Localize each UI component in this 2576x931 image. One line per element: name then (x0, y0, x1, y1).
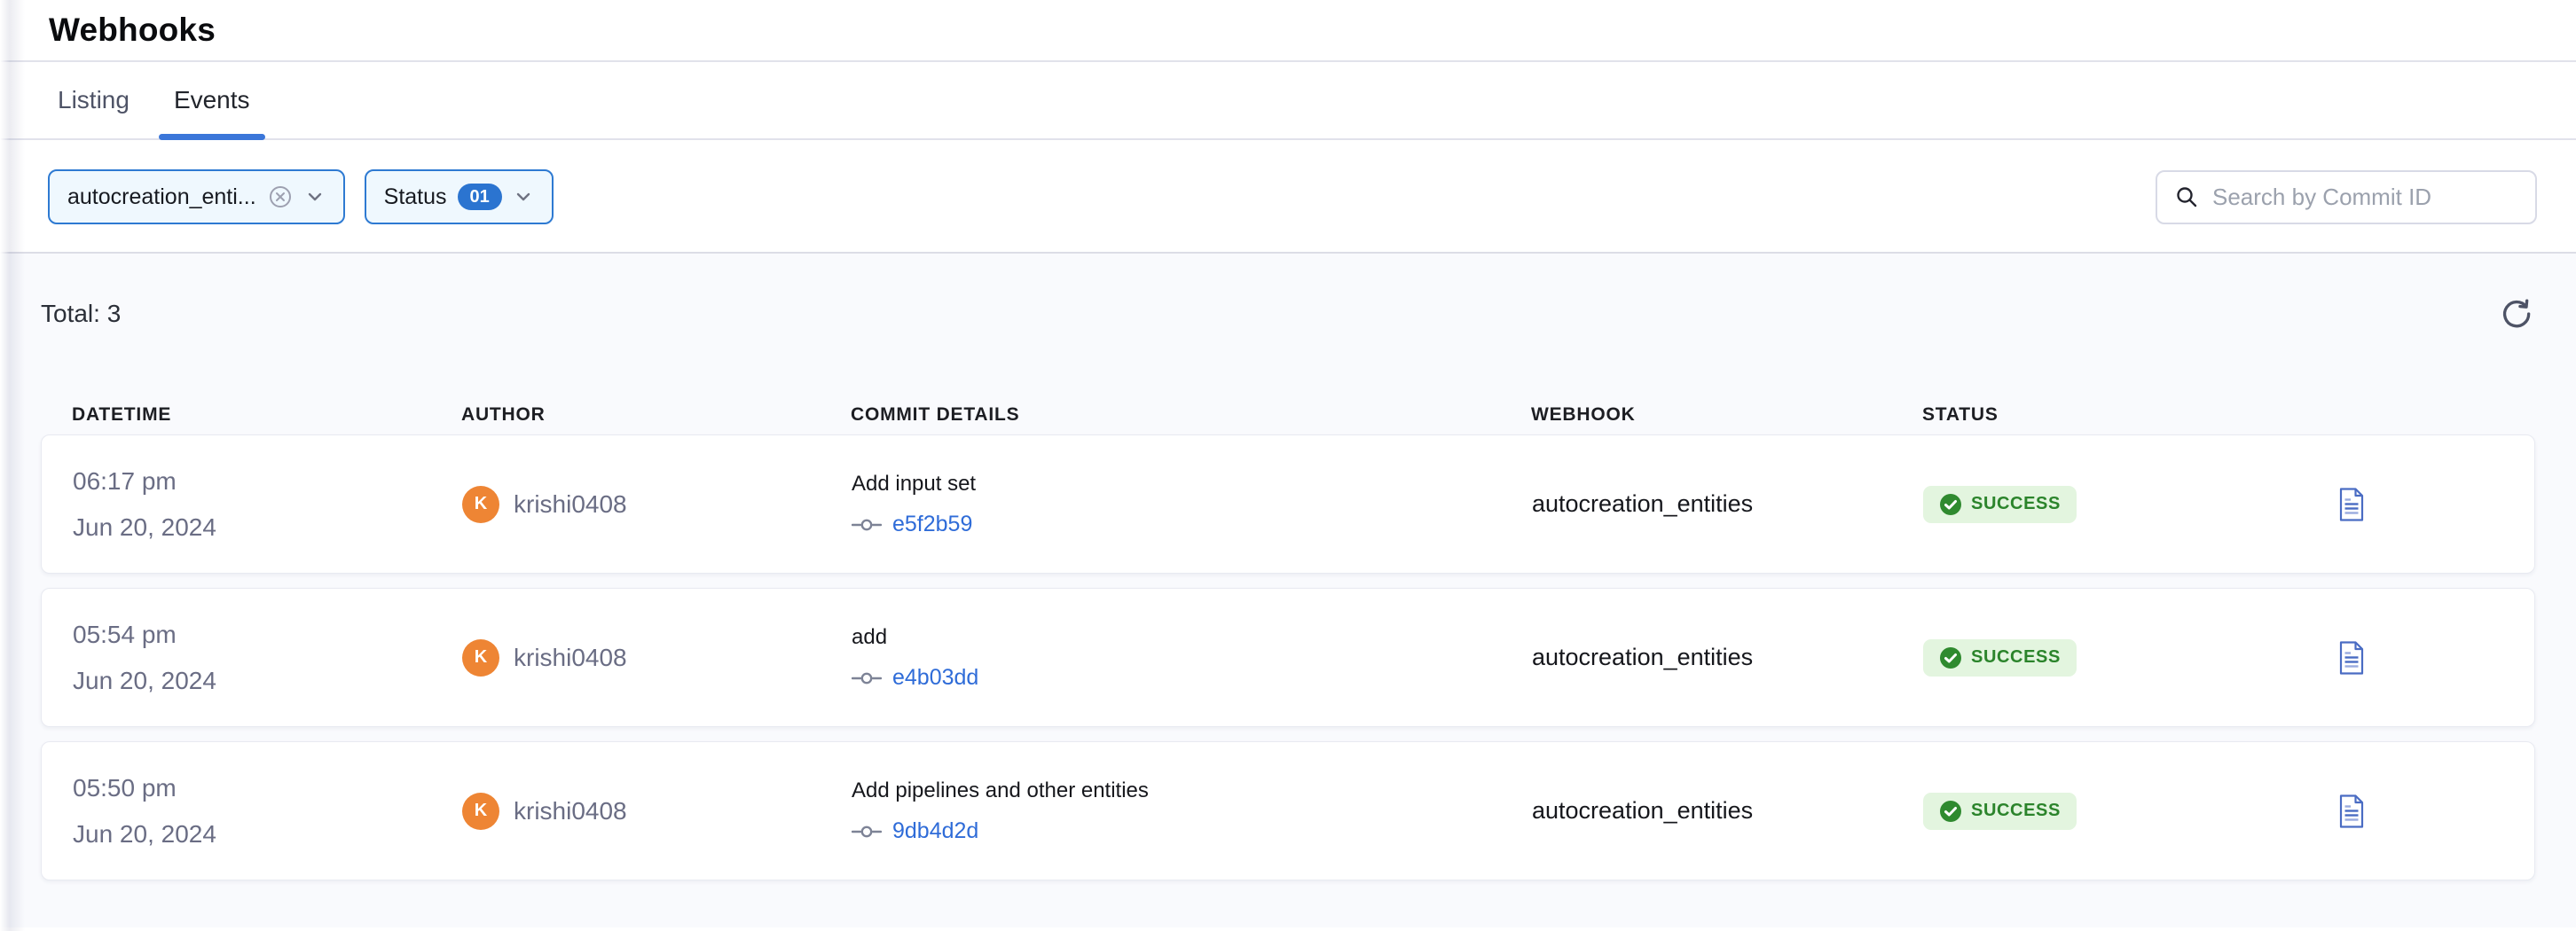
summary-row: Total: 3 (41, 289, 2535, 339)
status-label: SUCCESS (1971, 494, 2061, 514)
status-label: SUCCESS (1971, 647, 2061, 668)
table-row[interactable]: 05:50 pm Jun 20, 2024 K krishi0408 Add p… (41, 741, 2535, 880)
event-date: Jun 20, 2024 (73, 658, 462, 704)
document-icon[interactable] (2338, 488, 2365, 521)
author-name: krishi0408 (514, 797, 627, 825)
event-time: 05:50 pm (73, 765, 462, 811)
check-circle-icon (1939, 646, 1962, 669)
status-badge: SUCCESS (1923, 639, 2077, 677)
avatar: K (462, 793, 499, 830)
column-header-datetime: DATETIME (72, 404, 461, 426)
search-input[interactable] (2212, 184, 2521, 211)
event-time: 05:54 pm (73, 612, 462, 658)
refresh-icon (2498, 296, 2533, 332)
total-count: Total: 3 (41, 300, 121, 328)
author-name: krishi0408 (514, 490, 627, 519)
avatar: K (462, 486, 499, 523)
events-content: Total: 3 DATETIME AUTHOR COMMIT DETAILS … (0, 252, 2576, 927)
status-filter-count-badge: 01 (458, 184, 502, 210)
payload-cell (2338, 488, 2505, 521)
commit-icon (852, 669, 882, 687)
status-badge: SUCCESS (1923, 486, 2077, 523)
commit-message: Add input set (852, 471, 1532, 497)
event-date: Jun 20, 2024 (73, 811, 462, 857)
status-cell: SUCCESS (1923, 793, 2338, 830)
tabs-bar: Listing Events (0, 62, 2576, 140)
status-filter-chip[interactable]: Status 01 (365, 169, 554, 224)
commit-details: Add input set e5f2b59 (852, 471, 1532, 537)
check-circle-icon (1939, 800, 1962, 823)
event-author: K krishi0408 (462, 639, 852, 677)
circle-x-icon[interactable] (267, 184, 294, 210)
commit-details: add e4b03dd (852, 624, 1532, 691)
column-header-status: STATUS (1922, 404, 2337, 426)
webhook-filter-chip[interactable]: autocreation_enti... (48, 169, 345, 224)
search-icon (2173, 184, 2200, 210)
event-author: K krishi0408 (462, 486, 852, 523)
chevron-down-icon[interactable] (513, 186, 534, 207)
event-author: K krishi0408 (462, 793, 852, 830)
table-header-row: DATETIME AUTHOR COMMIT DETAILS WEBHOOK S… (41, 395, 2535, 434)
webhook-name: autocreation_entities (1532, 644, 1923, 671)
status-cell: SUCCESS (1923, 639, 2338, 677)
webhook-name: autocreation_entities (1532, 797, 1923, 825)
event-datetime: 05:50 pm Jun 20, 2024 (73, 765, 462, 857)
commit-icon (852, 823, 882, 841)
search-box (2156, 170, 2537, 224)
webhook-name: autocreation_entities (1532, 490, 1923, 518)
webhook-filter-label: autocreation_enti... (67, 184, 256, 210)
event-datetime: 06:17 pm Jun 20, 2024 (73, 458, 462, 551)
document-icon[interactable] (2338, 641, 2365, 675)
column-header-webhook: WEBHOOK (1531, 404, 1922, 426)
page-header: Webhooks (0, 0, 2576, 62)
commit-id-link[interactable]: e5f2b59 (892, 512, 972, 537)
event-date: Jun 20, 2024 (73, 505, 462, 551)
table-row[interactable]: 05:54 pm Jun 20, 2024 K krishi0408 add e… (41, 588, 2535, 727)
tab-events[interactable]: Events (174, 62, 250, 138)
table-row[interactable]: 06:17 pm Jun 20, 2024 K krishi0408 Add i… (41, 434, 2535, 574)
status-cell: SUCCESS (1923, 486, 2338, 523)
filter-bar: autocreation_enti... Status 01 (0, 140, 2576, 254)
commit-message: Add pipelines and other entities (852, 778, 1532, 804)
commit-id-link[interactable]: 9db4d2d (892, 818, 978, 844)
column-header-commit: COMMIT DETAILS (851, 404, 1531, 426)
commit-id-link[interactable]: e4b03dd (892, 665, 978, 691)
column-header-author: AUTHOR (461, 404, 851, 426)
refresh-button[interactable] (2496, 294, 2535, 333)
avatar: K (462, 639, 499, 677)
status-badge: SUCCESS (1923, 793, 2077, 830)
status-filter-label: Status (384, 184, 447, 210)
chevron-down-icon[interactable] (304, 186, 326, 207)
commit-message: add (852, 624, 1532, 651)
payload-cell (2338, 641, 2505, 675)
check-circle-icon (1939, 493, 1962, 516)
payload-cell (2338, 794, 2505, 828)
author-name: krishi0408 (514, 644, 627, 672)
event-time: 06:17 pm (73, 458, 462, 505)
commit-icon (852, 516, 882, 534)
event-datetime: 05:54 pm Jun 20, 2024 (73, 612, 462, 704)
commit-details: Add pipelines and other entities 9db4d2d (852, 778, 1532, 844)
page-title: Webhooks (49, 12, 216, 49)
status-label: SUCCESS (1971, 801, 2061, 821)
document-icon[interactable] (2338, 794, 2365, 828)
tab-listing[interactable]: Listing (58, 62, 130, 138)
